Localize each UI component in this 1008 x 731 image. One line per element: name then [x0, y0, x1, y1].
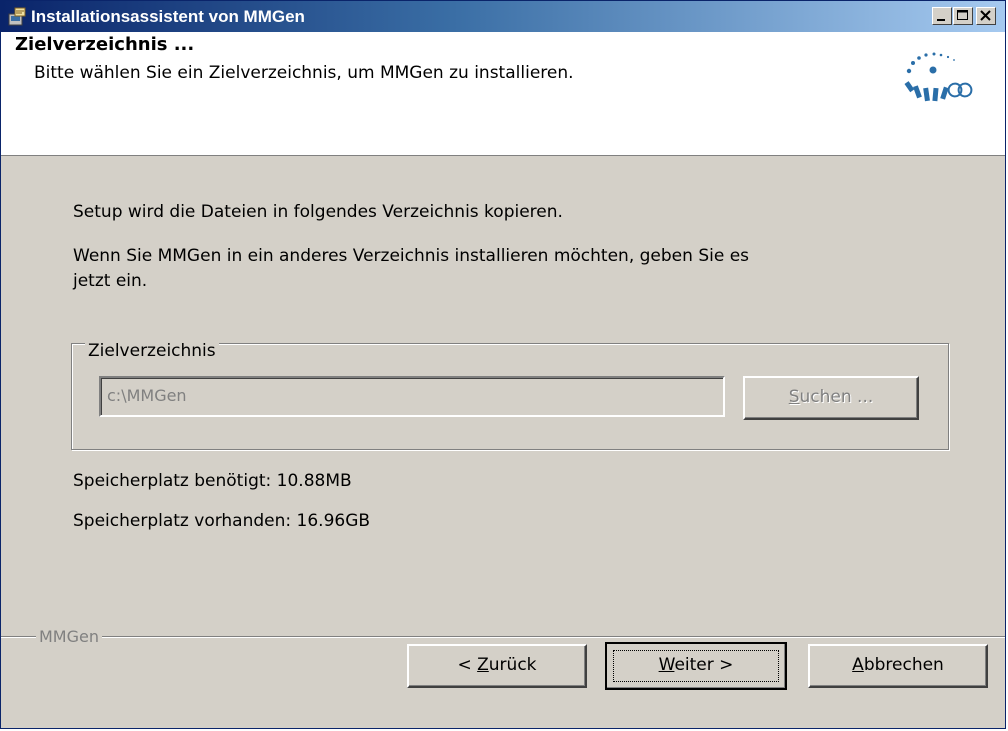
page-subtitle: Bitte wählen Sie ein Zielverzeichnis, um… [34, 63, 574, 83]
cancel-accel: A [852, 655, 864, 675]
mmgen-logo-icon [904, 52, 973, 102]
page-title: Zielverzeichnis ... [15, 34, 195, 55]
group-label: Zielverzeichnis [85, 341, 219, 361]
browse-label-accel: S [788, 387, 800, 407]
space-required-text: Speicherplatz benötigt: 10.88MB [73, 471, 352, 491]
instruction-text-line1: Wenn Sie MMGen in ein anderes Verzeichni… [73, 246, 750, 266]
back-prefix: < [457, 655, 478, 675]
installer-app-icon [8, 7, 26, 26]
window-title: Installationsassistent von MMGen [31, 7, 305, 26]
back-button[interactable]: < Zurück [407, 644, 587, 688]
space-available-text: Speicherplatz vorhanden: 16.96GB [73, 511, 371, 531]
close-button[interactable] [976, 7, 996, 25]
focus-rectangle [613, 650, 779, 682]
title-bar[interactable]: Installationsassistent von MMGen [1, 1, 1005, 32]
installer-window: Installationsassistent von MMGen Zielver… [0, 0, 1006, 729]
next-button[interactable]: Weiter > [605, 642, 787, 690]
browse-label: uchen ... [799, 387, 874, 407]
maximize-button[interactable] [953, 7, 973, 25]
back-accel: Z [477, 655, 489, 675]
target-path-input[interactable]: c:\MMGen [99, 376, 725, 417]
instruction-text-line2: jetzt ein. [73, 271, 148, 291]
back-label: urück [488, 655, 537, 675]
cancel-button[interactable]: Abbrechen [808, 644, 988, 688]
brand-label: MMGen [36, 627, 102, 646]
close-icon [980, 10, 991, 21]
cancel-label: bbrechen [863, 655, 944, 675]
minimize-button[interactable] [932, 7, 952, 25]
minimize-icon [937, 19, 945, 21]
footer-separator [1, 636, 1005, 638]
intro-text: Setup wird die Dateien in folgendes Verz… [73, 202, 563, 222]
maximize-icon [957, 10, 968, 20]
browse-button[interactable]: Suchen ... [743, 376, 919, 420]
